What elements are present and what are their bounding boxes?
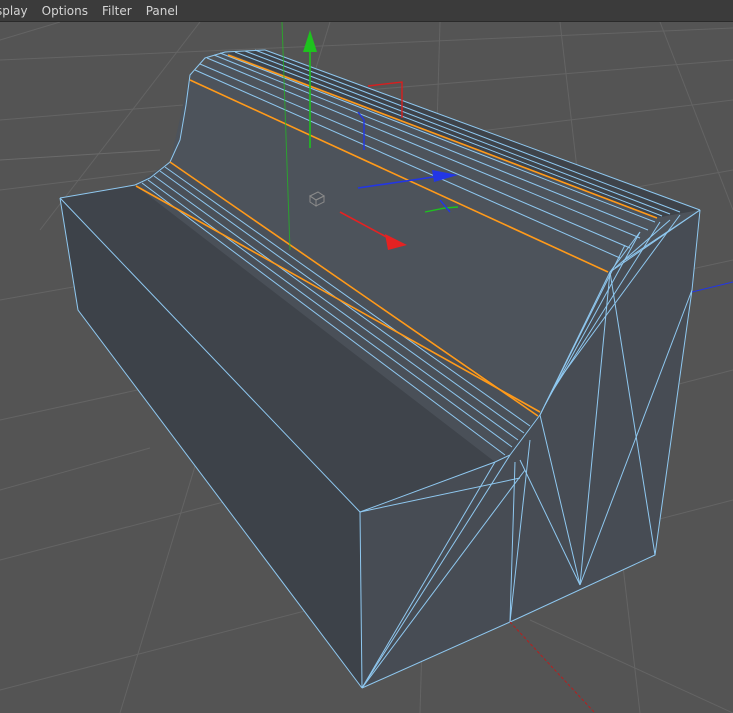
menu-options[interactable]: Options: [35, 0, 95, 22]
menu-filter[interactable]: Filter: [95, 0, 139, 22]
world-z-guide: [691, 281, 733, 293]
grid-major-line: [0, 149, 161, 161]
menu-panel[interactable]: Panel: [139, 0, 185, 22]
3d-viewport[interactable]: [0, 22, 733, 713]
sofa-mesh[interactable]: [59, 49, 701, 689]
menu-display[interactable]: splay: [0, 0, 35, 22]
world-x-guide: [509, 621, 596, 713]
gizmo-y-arrow[interactable]: [303, 30, 317, 52]
viewport-menubar: splay Options Filter Panel: [0, 0, 733, 22]
viewport-canvas[interactable]: [0, 22, 733, 713]
